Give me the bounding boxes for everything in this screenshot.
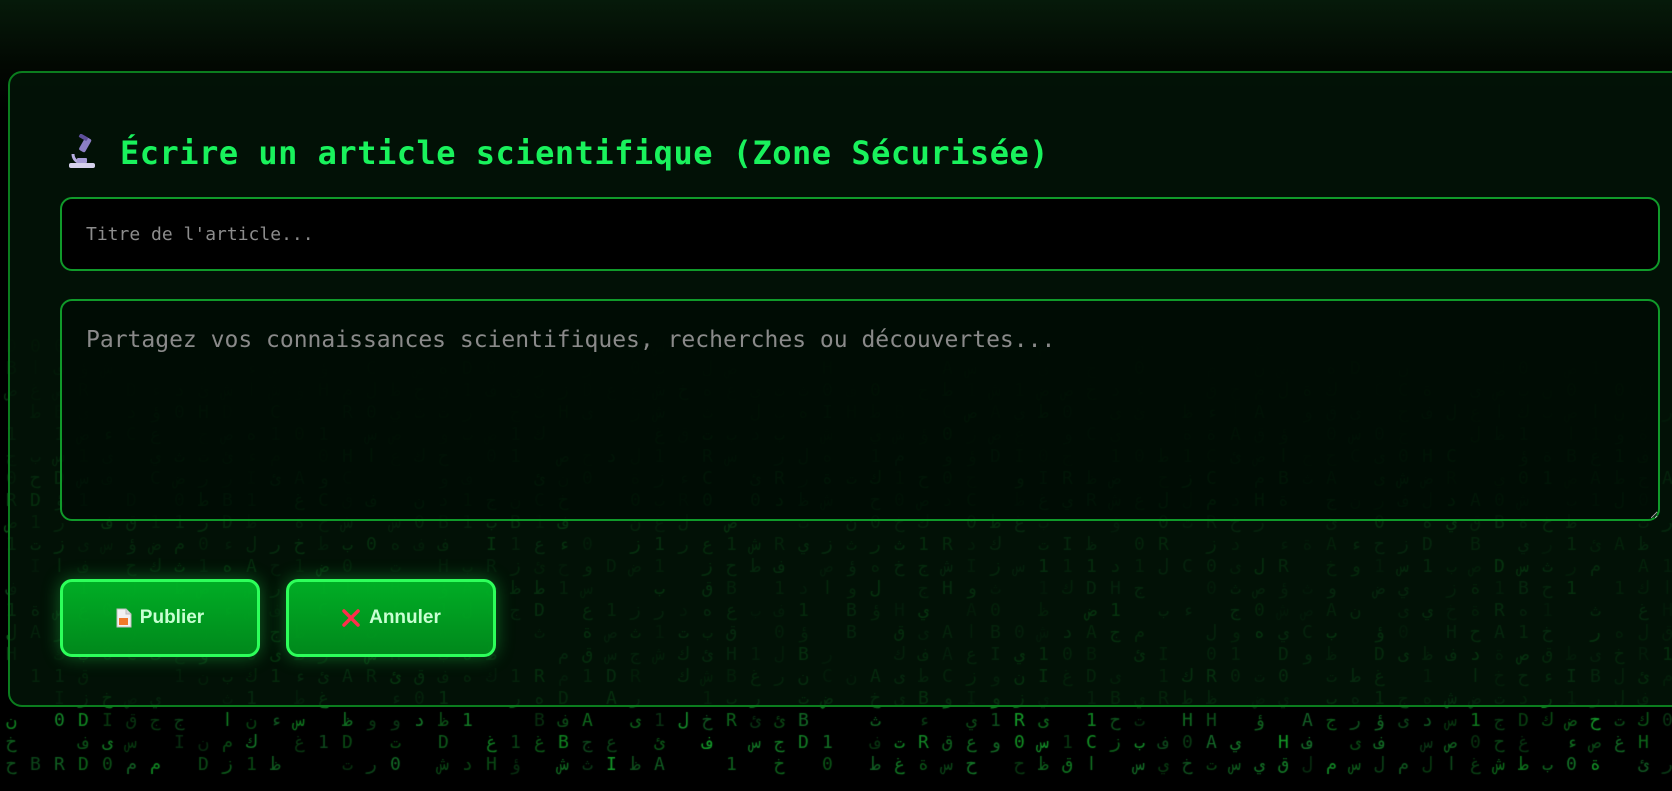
editor-header: Écrire un article scientifique (Zone Séc… — [62, 133, 1049, 173]
article-title-input[interactable] — [60, 197, 1660, 271]
page-title: Écrire un article scientifique (Zone Séc… — [120, 134, 1049, 172]
article-editor-panel: Écrire un article scientifique (Zone Séc… — [8, 71, 1672, 707]
cross-icon — [341, 608, 361, 628]
publish-button[interactable]: Publier — [60, 579, 260, 657]
publish-button-label: Publier — [139, 607, 205, 628]
document-icon — [116, 608, 132, 628]
cancel-button[interactable]: Annuler — [286, 579, 496, 657]
microscope-icon — [62, 133, 102, 173]
article-content-textarea[interactable] — [60, 299, 1660, 521]
cancel-button-label: Annuler — [369, 607, 441, 628]
